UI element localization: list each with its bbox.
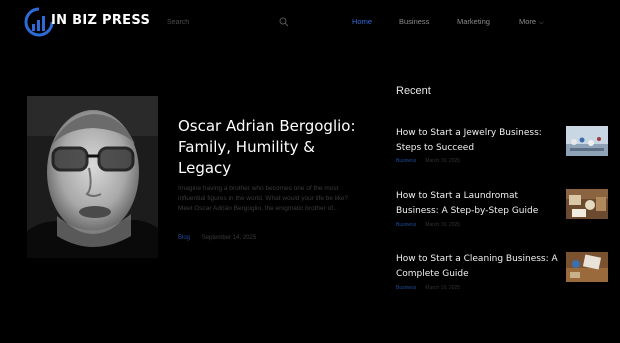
nav-home[interactable]: Home xyxy=(352,17,372,29)
recent-item: How to Start a Laundromat Business: A St… xyxy=(396,189,610,239)
site-header: IN BIZ PRESS Home Business Marketing Mor… xyxy=(0,0,620,46)
laundromat-thumbnail[interactable] xyxy=(566,189,608,219)
nav-more[interactable]: More ⌵ xyxy=(519,17,544,29)
nav-more-label: More xyxy=(519,17,537,26)
featured-category[interactable]: Blog xyxy=(178,235,190,241)
recent-item-meta: Business March 19, 2025 xyxy=(396,285,460,291)
search-bar xyxy=(160,12,292,32)
recent-item-category[interactable]: Business xyxy=(396,222,416,228)
search-input[interactable] xyxy=(160,12,292,32)
portrait-image xyxy=(27,96,158,258)
site-logo[interactable]: IN BIZ PRESS xyxy=(23,6,173,38)
chevron-down-icon: ⌵ xyxy=(539,20,544,26)
featured-excerpt: Imagine having a brother who becomes one… xyxy=(178,185,349,212)
search-icon[interactable] xyxy=(279,17,289,27)
recent-item-date: March 19, 2025 xyxy=(425,222,461,228)
featured-image[interactable] xyxy=(27,96,158,258)
nav-business[interactable]: Business xyxy=(399,17,429,29)
recent-heading: Recent xyxy=(396,85,431,97)
nav-marketing[interactable]: Marketing xyxy=(457,17,490,29)
featured-title[interactable]: Oscar Adrian Bergoglio: Family, Humility… xyxy=(178,116,363,179)
recent-item: How to Start a Jewelry Business: Steps t… xyxy=(396,126,610,176)
recent-item-category[interactable]: Business xyxy=(396,285,416,291)
featured-date: September 14, 2025 xyxy=(201,235,257,241)
recent-item-title[interactable]: How to Start a Jewelry Business: Steps t… xyxy=(396,126,558,155)
recent-item: How to Start a Cleaning Business: A Comp… xyxy=(396,252,610,302)
recent-item-meta: Business March 19, 2025 xyxy=(396,222,460,228)
recent-item-title[interactable]: How to Start a Cleaning Business: A Comp… xyxy=(396,252,558,281)
cleaning-thumbnail[interactable] xyxy=(566,252,608,282)
recent-item-date: March 19, 2025 xyxy=(425,158,461,164)
recent-item-title[interactable]: How to Start a Laundromat Business: A St… xyxy=(396,189,558,218)
logo-text: IN BIZ PRESS xyxy=(51,13,151,28)
recent-item-meta: Business March 19, 2025 xyxy=(396,158,460,164)
jewelry-thumbnail[interactable] xyxy=(566,126,608,156)
featured-meta: Blog September 14, 2025 xyxy=(178,235,256,241)
recent-item-date: March 19, 2025 xyxy=(425,285,461,291)
recent-item-category[interactable]: Business xyxy=(396,158,416,164)
